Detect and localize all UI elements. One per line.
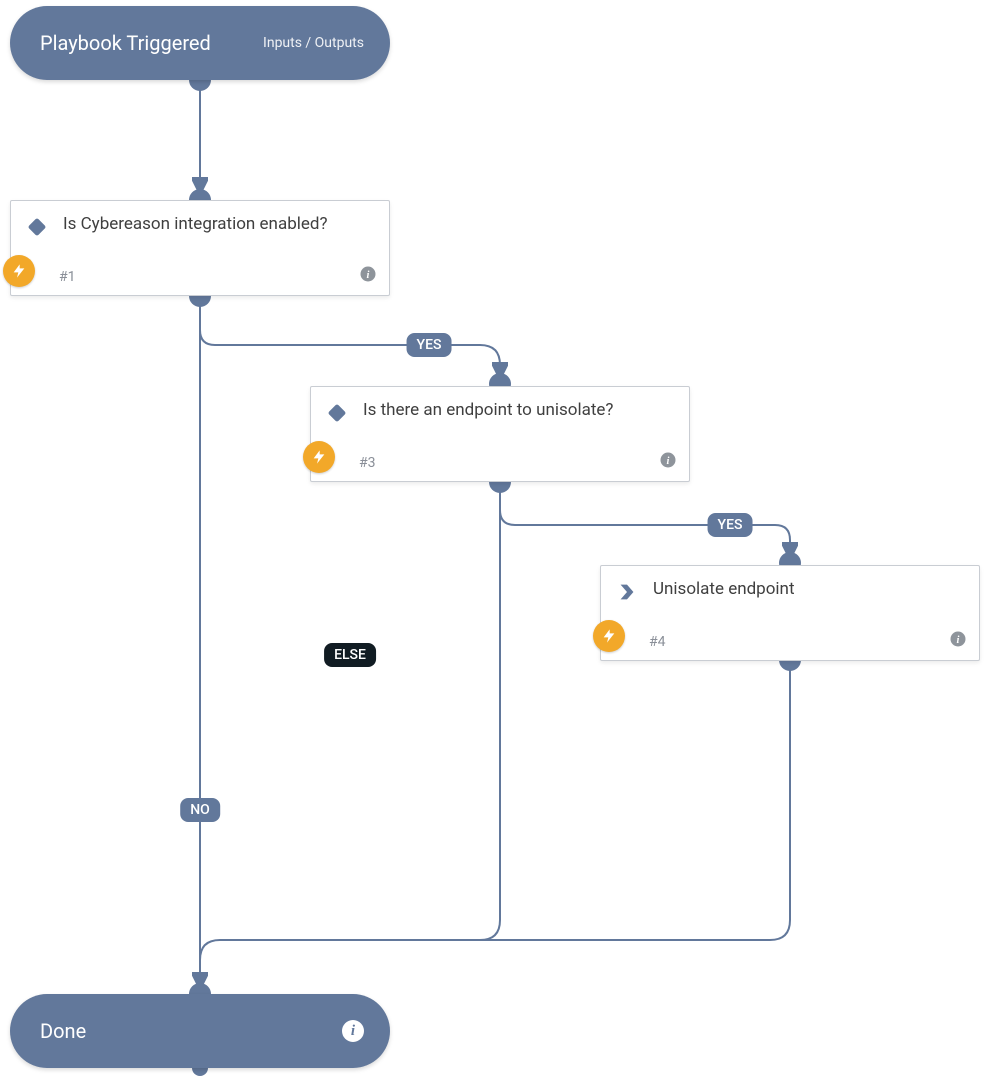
start-node[interactable]: Playbook Triggered Inputs / Outputs [10, 6, 390, 80]
info-icon[interactable]: i [949, 630, 967, 652]
edge-label-no: NO [180, 798, 220, 822]
info-icon[interactable]: i [359, 265, 377, 287]
edge-label-yes-1: YES [407, 333, 452, 357]
node-3-id: #3 [359, 455, 376, 471]
node-condition-1[interactable]: Is Cybereason integration enabled? #1 i [10, 200, 390, 296]
playbook-canvas: YES YES NO ELSE Playbook Triggered Input… [0, 0, 990, 1079]
chevron-right-icon [615, 580, 639, 604]
diamond-icon [325, 401, 349, 425]
edge-label-else: ELSE [324, 643, 376, 667]
info-icon[interactable]: i [342, 1020, 364, 1042]
svg-text:i: i [367, 270, 370, 281]
diamond-icon [25, 215, 49, 239]
node-condition-3[interactable]: Is there an endpoint to unisolate? #3 i [310, 386, 690, 482]
node-4-label: Unisolate endpoint [653, 578, 795, 601]
node-4-id: #4 [649, 634, 666, 650]
lightning-icon [303, 441, 335, 473]
lightning-icon [593, 620, 625, 652]
edge-label-yes-2: YES [708, 513, 753, 537]
info-icon[interactable]: i [659, 451, 677, 473]
node-1-id: #1 [59, 269, 76, 285]
edges-layer [0, 0, 990, 1079]
svg-text:i: i [667, 456, 670, 467]
lightning-icon [3, 255, 35, 287]
node-action-4[interactable]: Unisolate endpoint #4 i [600, 565, 980, 661]
node-3-label: Is there an endpoint to unisolate? [363, 399, 613, 422]
start-io-link[interactable]: Inputs / Outputs [263, 35, 364, 51]
end-node[interactable]: Done i [10, 994, 390, 1068]
svg-text:i: i [957, 635, 960, 646]
end-title: Done [40, 1019, 86, 1043]
node-1-label: Is Cybereason integration enabled? [63, 213, 328, 236]
start-title: Playbook Triggered [40, 31, 211, 55]
